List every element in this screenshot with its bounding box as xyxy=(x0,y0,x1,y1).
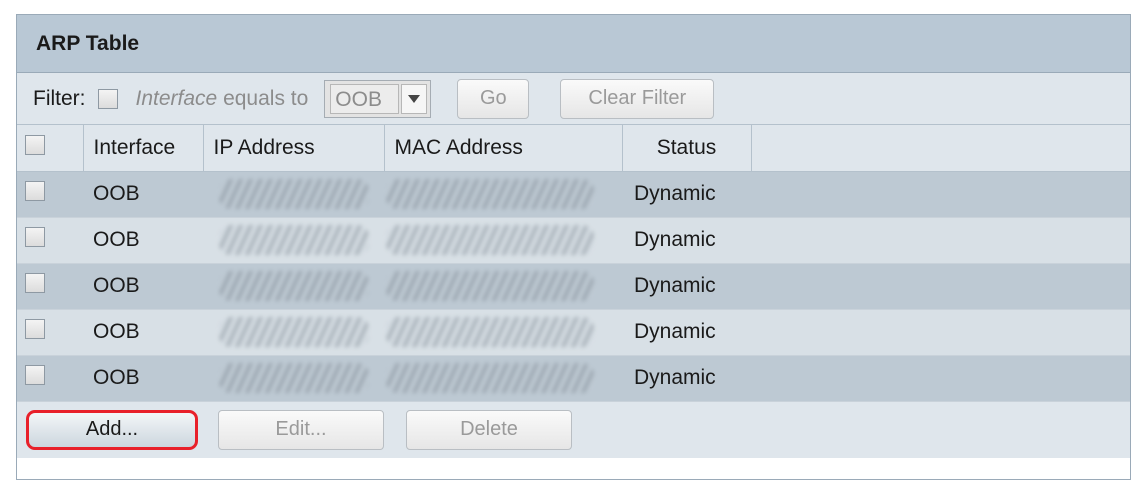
redaction-blur xyxy=(219,363,369,393)
table-header-row: Interface IP Address MAC Address Status xyxy=(17,125,1130,172)
cell-mac-address-redacted xyxy=(384,171,622,218)
column-header-mac-address[interactable]: MAC Address xyxy=(384,125,623,172)
cell-interface: OOB xyxy=(83,171,203,218)
cell-filler xyxy=(751,171,1130,218)
redaction-blur xyxy=(386,179,594,209)
select-all-checkbox[interactable] xyxy=(25,134,45,155)
column-header-ip-address[interactable]: IP Address xyxy=(203,125,385,172)
cell-mac-address-redacted xyxy=(384,263,622,310)
redaction-blur xyxy=(219,179,369,209)
row-checkbox[interactable] xyxy=(25,227,45,247)
filter-label: Filter: xyxy=(33,86,86,110)
cell-status: Dynamic xyxy=(622,217,751,264)
redaction-blur xyxy=(386,363,594,393)
cell-status: Dynamic xyxy=(622,355,751,402)
cell-ip-address-redacted xyxy=(203,171,384,218)
triangle-down-icon[interactable] xyxy=(401,83,428,114)
cell-status: Dynamic xyxy=(622,263,751,310)
panel-title: ARP Table xyxy=(17,15,1130,73)
redaction-blur xyxy=(386,317,594,347)
redaction-blur xyxy=(386,225,594,255)
row-select-cell xyxy=(17,217,83,264)
column-header-filler xyxy=(751,125,1130,172)
filter-operator: equals to xyxy=(223,86,309,110)
row-checkbox[interactable] xyxy=(25,319,45,339)
arp-table: Interface IP Address MAC Address Status … xyxy=(17,125,1130,402)
cell-mac-address-redacted xyxy=(384,217,622,264)
cell-interface: OOB xyxy=(83,355,203,402)
row-select-cell xyxy=(17,355,83,402)
cell-ip-address-redacted xyxy=(203,263,384,310)
redaction-blur xyxy=(219,225,369,255)
redaction-blur xyxy=(219,317,369,347)
cell-interface: OOB xyxy=(83,217,203,264)
row-select-cell xyxy=(17,171,83,218)
clear-filter-button[interactable]: Clear Filter xyxy=(560,78,715,119)
redaction-blur xyxy=(219,271,369,301)
go-button[interactable]: Go xyxy=(457,78,530,119)
cell-interface: OOB xyxy=(83,263,203,310)
action-bar: Add... Edit... Delete xyxy=(17,401,1130,458)
cell-filler xyxy=(751,217,1130,264)
row-checkbox[interactable] xyxy=(25,365,45,385)
cell-mac-address-redacted xyxy=(384,355,622,402)
delete-button[interactable]: Delete xyxy=(406,409,572,450)
filter-enable-checkbox[interactable] xyxy=(97,88,118,109)
cell-interface: OOB xyxy=(83,309,203,356)
column-header-status[interactable]: Status xyxy=(622,125,752,172)
cell-filler xyxy=(751,355,1130,402)
cell-mac-address-redacted xyxy=(384,309,622,356)
filter-bar: Filter: Interface equals to OOB Go Clear… xyxy=(17,73,1130,125)
interface-select[interactable]: OOB xyxy=(324,79,432,118)
cell-filler xyxy=(751,309,1130,356)
arp-table-panel: ARP Table Filter: Interface equals to OO… xyxy=(16,14,1131,480)
select-all-header xyxy=(17,125,84,172)
redaction-blur xyxy=(386,271,594,301)
table-row[interactable]: OOB Dynamic xyxy=(17,355,1130,402)
filter-criteria-label: Interface equals to xyxy=(136,87,309,111)
table-row[interactable]: OOB Dynamic xyxy=(17,171,1130,218)
add-button[interactable]: Add... xyxy=(26,409,198,450)
row-checkbox[interactable] xyxy=(25,181,45,201)
cell-ip-address-redacted xyxy=(203,309,384,356)
filter-field-name: Interface xyxy=(135,86,218,110)
row-select-cell xyxy=(17,263,83,310)
table-row[interactable]: OOB Dynamic xyxy=(17,309,1130,356)
row-checkbox[interactable] xyxy=(25,273,45,293)
column-header-interface[interactable]: Interface xyxy=(83,125,204,172)
cell-ip-address-redacted xyxy=(203,217,384,264)
cell-status: Dynamic xyxy=(622,309,751,356)
table-row[interactable]: OOB Dynamic xyxy=(17,217,1130,264)
cell-ip-address-redacted xyxy=(203,355,384,402)
edit-button[interactable]: Edit... xyxy=(218,409,384,450)
table-row[interactable]: OOB Dynamic xyxy=(17,263,1130,310)
cell-filler xyxy=(751,263,1130,310)
interface-select-value: OOB xyxy=(330,83,400,114)
row-select-cell xyxy=(17,309,83,356)
cell-status: Dynamic xyxy=(622,171,751,218)
